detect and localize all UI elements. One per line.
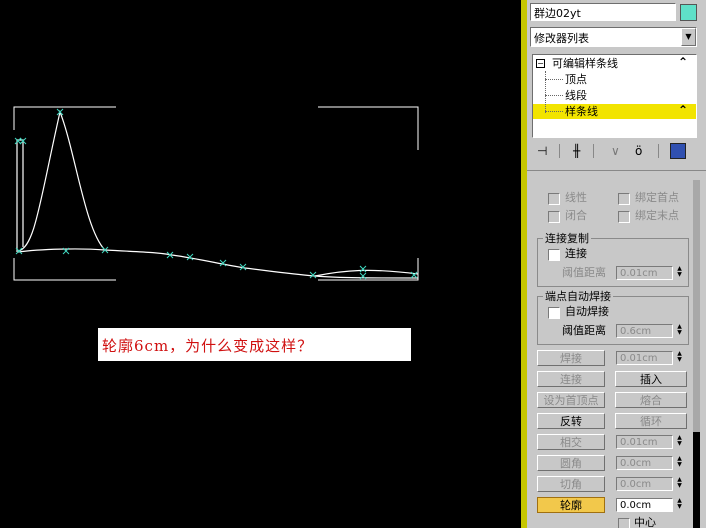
scrollbar-thumb[interactable] bbox=[693, 432, 700, 528]
threshold-value: 0.6cm bbox=[620, 326, 652, 337]
fillet-spinner[interactable]: ▲ ▼ bbox=[675, 456, 684, 470]
spline-canvas[interactable] bbox=[0, 0, 521, 528]
fillet-button[interactable]: 圆角 bbox=[537, 455, 605, 471]
linear-label: 线性 bbox=[565, 191, 587, 204]
remove-modifier-icon[interactable]: ö bbox=[635, 144, 642, 158]
closed-label: 闭合 bbox=[565, 209, 587, 222]
collapse-icon[interactable]: − bbox=[536, 59, 545, 68]
linear-checkbox[interactable] bbox=[548, 193, 560, 205]
outline-value: 0.0cm bbox=[620, 500, 652, 511]
lightbulb-icon[interactable]: ⌃ bbox=[678, 55, 688, 70]
command-panel: 群边02yt 修改器列表 ▼ − 可编辑样条线 ⌃ 顶点 线段 样条线 ⌃ ⊣ bbox=[527, 0, 706, 528]
spline-shape[interactable] bbox=[16, 109, 419, 279]
object-color-swatch[interactable] bbox=[680, 4, 697, 21]
threshold-label: 阈值距离 bbox=[562, 266, 606, 279]
center-checkbox[interactable] bbox=[618, 518, 630, 528]
modifier-list-dropdown[interactable]: 修改器列表 ▼ bbox=[530, 27, 697, 47]
endpoint-weld-title: 端点自动焊接 bbox=[543, 290, 613, 303]
auto-weld-label: 自动焊接 bbox=[565, 305, 609, 318]
threshold-spinner-2[interactable]: ▲ ▼ bbox=[675, 324, 684, 338]
connect-copy-label: 连接 bbox=[565, 247, 587, 260]
modifier-list-label: 修改器列表 bbox=[534, 32, 589, 45]
outline-field[interactable]: 0.0cm bbox=[616, 498, 673, 512]
stack-root[interactable]: − 可编辑样条线 ⌃ bbox=[533, 55, 696, 71]
weld-threshold-field[interactable]: 0.01cm bbox=[616, 351, 673, 365]
stack-item-vertex[interactable]: 顶点 bbox=[533, 72, 696, 87]
reverse-button[interactable]: 反转 bbox=[537, 413, 605, 429]
modifier-stack[interactable]: − 可编辑样条线 ⌃ 顶点 线段 样条线 ⌃ bbox=[532, 54, 697, 138]
intersect-field[interactable]: 0.01cm bbox=[616, 435, 673, 449]
bind-last-label: 绑定末点 bbox=[635, 209, 679, 222]
vertex-markers[interactable] bbox=[14, 108, 418, 280]
panel-scrollbar[interactable] bbox=[693, 180, 700, 528]
connect-copy-title: 连接复制 bbox=[543, 232, 591, 245]
object-name-field[interactable]: 群边02yt bbox=[530, 3, 676, 21]
selection-bracket bbox=[13, 106, 419, 281]
cycle-button[interactable]: 循环 bbox=[615, 413, 687, 429]
outline-button[interactable]: 轮廓 bbox=[537, 497, 605, 513]
chamfer-spinner[interactable]: ▲ ▼ bbox=[675, 477, 684, 491]
fillet-value: 0.0cm bbox=[620, 458, 652, 469]
threshold-field-2[interactable]: 0.6cm bbox=[616, 324, 673, 338]
stack-item-label: 顶点 bbox=[565, 73, 587, 86]
intersect-spinner[interactable]: ▲ ▼ bbox=[675, 435, 684, 449]
connect-button[interactable]: 连接 bbox=[537, 371, 605, 387]
connect-copy-checkbox[interactable] bbox=[548, 249, 560, 261]
chamfer-field[interactable]: 0.0cm bbox=[616, 477, 673, 491]
chamfer-button[interactable]: 切角 bbox=[537, 476, 605, 492]
weld-spinner[interactable]: ▲ ▼ bbox=[675, 351, 684, 365]
insert-button[interactable]: 插入 bbox=[615, 371, 687, 387]
lightbulb-icon[interactable]: ⌃ bbox=[678, 103, 688, 118]
auto-weld-checkbox[interactable] bbox=[548, 307, 560, 319]
make-unique-icon[interactable]: ∨ bbox=[611, 144, 620, 158]
pin-stack-icon[interactable]: ⊣ bbox=[537, 144, 547, 158]
stack-item-segment[interactable]: 线段 bbox=[533, 88, 696, 103]
chamfer-value: 0.0cm bbox=[620, 479, 652, 490]
show-end-result-icon[interactable]: ╫ bbox=[573, 144, 580, 158]
viewport[interactable]: 轮廓6cm，为什么变成这样？ bbox=[0, 0, 521, 528]
weld-value: 0.01cm bbox=[620, 353, 658, 364]
center-label: 中心 bbox=[634, 516, 656, 528]
stack-item-spline[interactable]: 样条线 ⌃ bbox=[533, 103, 696, 119]
bind-first-checkbox[interactable] bbox=[618, 193, 630, 205]
intersect-button[interactable]: 相交 bbox=[537, 434, 605, 450]
stack-item-label: 样条线 bbox=[565, 105, 598, 118]
intersect-value: 0.01cm bbox=[620, 437, 658, 448]
weld-button[interactable]: 焊接 bbox=[537, 350, 605, 366]
configure-sets-icon[interactable] bbox=[670, 143, 686, 159]
closed-checkbox[interactable] bbox=[548, 211, 560, 223]
caption-box: 轮廓6cm，为什么变成这样？ bbox=[98, 328, 411, 361]
chevron-down-icon[interactable]: ▼ bbox=[681, 28, 696, 46]
bind-last-checkbox[interactable] bbox=[618, 211, 630, 223]
stack-item-label: 线段 bbox=[565, 89, 587, 102]
bind-first-label: 绑定首点 bbox=[635, 191, 679, 204]
threshold-label: 阈值距离 bbox=[562, 324, 606, 337]
threshold-value: 0.01cm bbox=[620, 268, 658, 279]
stack-toolbar: ⊣ ╫ ∨ ö bbox=[527, 142, 706, 162]
threshold-field-1[interactable]: 0.01cm bbox=[616, 266, 673, 280]
fillet-field[interactable]: 0.0cm bbox=[616, 456, 673, 470]
outline-spinner[interactable]: ▲ ▼ bbox=[675, 498, 684, 512]
threshold-spinner-1[interactable]: ▲ ▼ bbox=[675, 266, 684, 280]
caption-text: 轮廓6cm，为什么变成这样？ bbox=[102, 337, 314, 355]
object-name-text: 群边02yt bbox=[534, 7, 581, 20]
make-first-button[interactable]: 设为首顶点 bbox=[537, 392, 605, 408]
stack-root-label: 可编辑样条线 bbox=[552, 57, 618, 70]
fuse-button[interactable]: 熔合 bbox=[615, 392, 687, 408]
